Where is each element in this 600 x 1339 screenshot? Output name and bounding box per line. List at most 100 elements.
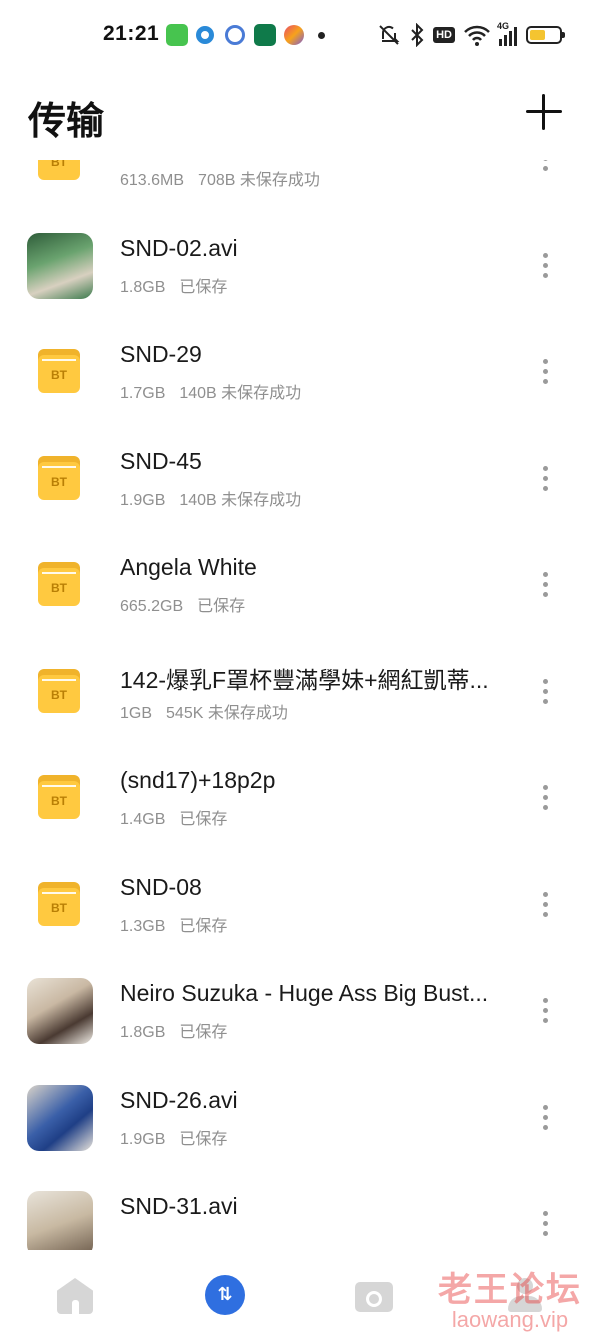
item-size: 1.8GB (120, 278, 166, 296)
list-item[interactable]: BT Angela White 665.2GB 已保存 (0, 532, 600, 639)
add-button[interactable] (526, 94, 562, 130)
bt-folder-icon: BT (38, 881, 80, 926)
item-meta: 665.2GB 已保存 (120, 592, 245, 616)
list-item[interactable]: BT (snd17)+18p2p 1.4GB 已保存 (0, 745, 600, 852)
item-size: 1GB (120, 704, 153, 722)
item-status: 已保存 (179, 278, 228, 296)
bt-badge: BT (51, 794, 67, 808)
item-status: 708B 未保存成功 (198, 172, 320, 189)
item-title: SND-08 (120, 873, 202, 900)
more-options-icon[interactable] (538, 677, 554, 707)
item-size: 1.8GB (120, 1024, 166, 1041)
item-status: 已保存 (179, 1130, 228, 1148)
item-meta: 1.9GB 140B 未保存成功 (120, 486, 301, 510)
battery-level (530, 30, 546, 40)
bt-folder-icon: BT (38, 349, 80, 393)
item-size: 1.3GB (120, 917, 166, 935)
item-title: Neiro Suzuka - Huge Ass Big Bust... (120, 980, 489, 1006)
item-status: 已保存 (197, 598, 246, 615)
cloud-sync-icon[interactable] (355, 1278, 393, 1312)
bt-folder-icon: BT (38, 775, 80, 819)
list-item[interactable]: SND-31.avi (0, 1171, 600, 1250)
more-options-icon[interactable] (538, 1103, 554, 1133)
bt-badge: BT (51, 160, 67, 169)
app-blue-icon (196, 26, 214, 44)
video-thumbnail (27, 232, 93, 299)
item-meta: 613.6MB 708B 未保存成功 (120, 166, 320, 190)
item-meta: 1.4GB 已保存 (120, 805, 227, 829)
transfer-icon[interactable]: ⇅ (205, 1275, 245, 1315)
bluetooth-icon (411, 23, 424, 47)
watermark-en: laowang.vip (451, 1307, 569, 1332)
item-size: 1.9GB (120, 491, 166, 509)
video-thumbnail (27, 1191, 93, 1250)
wifi-icon (464, 25, 490, 46)
more-options-icon[interactable] (538, 783, 554, 813)
more-options-icon[interactable] (538, 996, 554, 1026)
list-item[interactable]: BT SND-08 1.3GB 已保存 (0, 852, 600, 959)
oppo-icon (254, 24, 276, 46)
item-status: 545K 未保存成功 (166, 704, 288, 722)
bt-folder-icon: BT (38, 455, 80, 500)
item-status: 140B 未保存成功 (179, 491, 302, 509)
status-indicators: HD 4G (377, 21, 565, 48)
more-options-icon[interactable] (538, 357, 554, 387)
item-status: 已保存 (179, 1024, 228, 1041)
home-icon[interactable] (57, 1278, 93, 1314)
item-status: 140B 未保存成功 (179, 385, 302, 402)
network-type-label: 4G (497, 21, 510, 31)
list-item[interactable]: BT SND-45 1.9GB 140B 未保存成功 (0, 426, 600, 533)
list-item[interactable]: BT 142-爆乳F罩杯豐滿學妹+網紅凱蒂... 1GB 545K 未保存成功 (0, 639, 600, 746)
app-cloud-icon (225, 25, 245, 45)
app-green-icon (166, 24, 188, 46)
item-meta: 1.8GB 已保存 (120, 1018, 227, 1042)
bt-badge: BT (51, 581, 67, 595)
bt-badge: BT (51, 687, 67, 702)
item-meta: 1.9GB 已保存 (120, 1125, 227, 1149)
item-title: SND-31.avi (120, 1193, 238, 1219)
more-options-icon[interactable] (538, 251, 554, 281)
more-options-icon[interactable] (538, 890, 554, 920)
item-meta (120, 1231, 134, 1249)
status-time: 21:21 (103, 22, 160, 45)
transfer-list: BT 613.6MB 708B 未保存成功 SND-02.avi 1.8GB 已保存 BT S… (0, 160, 600, 1250)
item-size: 613.6MB (120, 172, 185, 189)
more-options-icon[interactable] (538, 464, 554, 494)
page-title: 传输 (28, 99, 105, 143)
watermark: 老王论坛 laowang.vip (430, 1262, 590, 1333)
watermark-cn: 老王论坛 (438, 1270, 582, 1310)
item-size: 1.9GB (120, 1130, 166, 1148)
item-size: 1.4GB (120, 811, 166, 828)
video-thumbnail (27, 1084, 93, 1151)
bt-badge: BT (51, 900, 67, 915)
list-item[interactable]: BT 613.6MB 708B 未保存成功 (0, 160, 600, 213)
item-title: 142-爆乳F罩杯豐滿學妹+網紅凱蒂... (120, 666, 489, 693)
bt-folder-icon: BT (38, 562, 80, 606)
item-size: 665.2GB (120, 598, 184, 615)
bt-badge: BT (51, 474, 67, 489)
item-title: SND-26.avi (120, 1086, 238, 1113)
item-title: SND-45 (120, 447, 202, 474)
list-item[interactable]: BT SND-29 1.7GB 140B 未保存成功 (0, 319, 600, 426)
item-title: (snd17)+18p2p (120, 767, 276, 793)
bt-badge: BT (51, 368, 67, 382)
more-options-icon[interactable] (538, 160, 554, 174)
more-options-icon[interactable] (538, 1209, 554, 1239)
more-options-icon[interactable] (538, 570, 554, 600)
list-item[interactable]: SND-02.avi 1.8GB 已保存 (0, 213, 600, 320)
notification-dot-icon (318, 32, 325, 39)
bt-folder-icon: BT (38, 668, 80, 713)
item-meta: 1.8GB 已保存 (120, 273, 227, 297)
item-meta: 1GB 545K 未保存成功 (120, 699, 288, 723)
item-title: SND-29 (120, 341, 202, 367)
list-item[interactable]: Neiro Suzuka - Huge Ass Big Bust... 1.8GB… (0, 958, 600, 1065)
bt-folder-icon: BT (38, 160, 80, 180)
item-meta: 1.3GB 已保存 (120, 912, 227, 936)
header: 传输 (0, 80, 600, 150)
hd-icon: HD (433, 27, 455, 43)
item-title: Angela White (120, 554, 257, 580)
item-meta: 1.7GB 140B 未保存成功 (120, 379, 301, 403)
list-item[interactable]: SND-26.avi 1.9GB 已保存 (0, 1065, 600, 1172)
item-status: 已保存 (179, 917, 228, 935)
transfer-list-viewport[interactable]: BT 613.6MB 708B 未保存成功 SND-02.avi 1.8GB 已保存 BT S… (0, 160, 600, 1250)
